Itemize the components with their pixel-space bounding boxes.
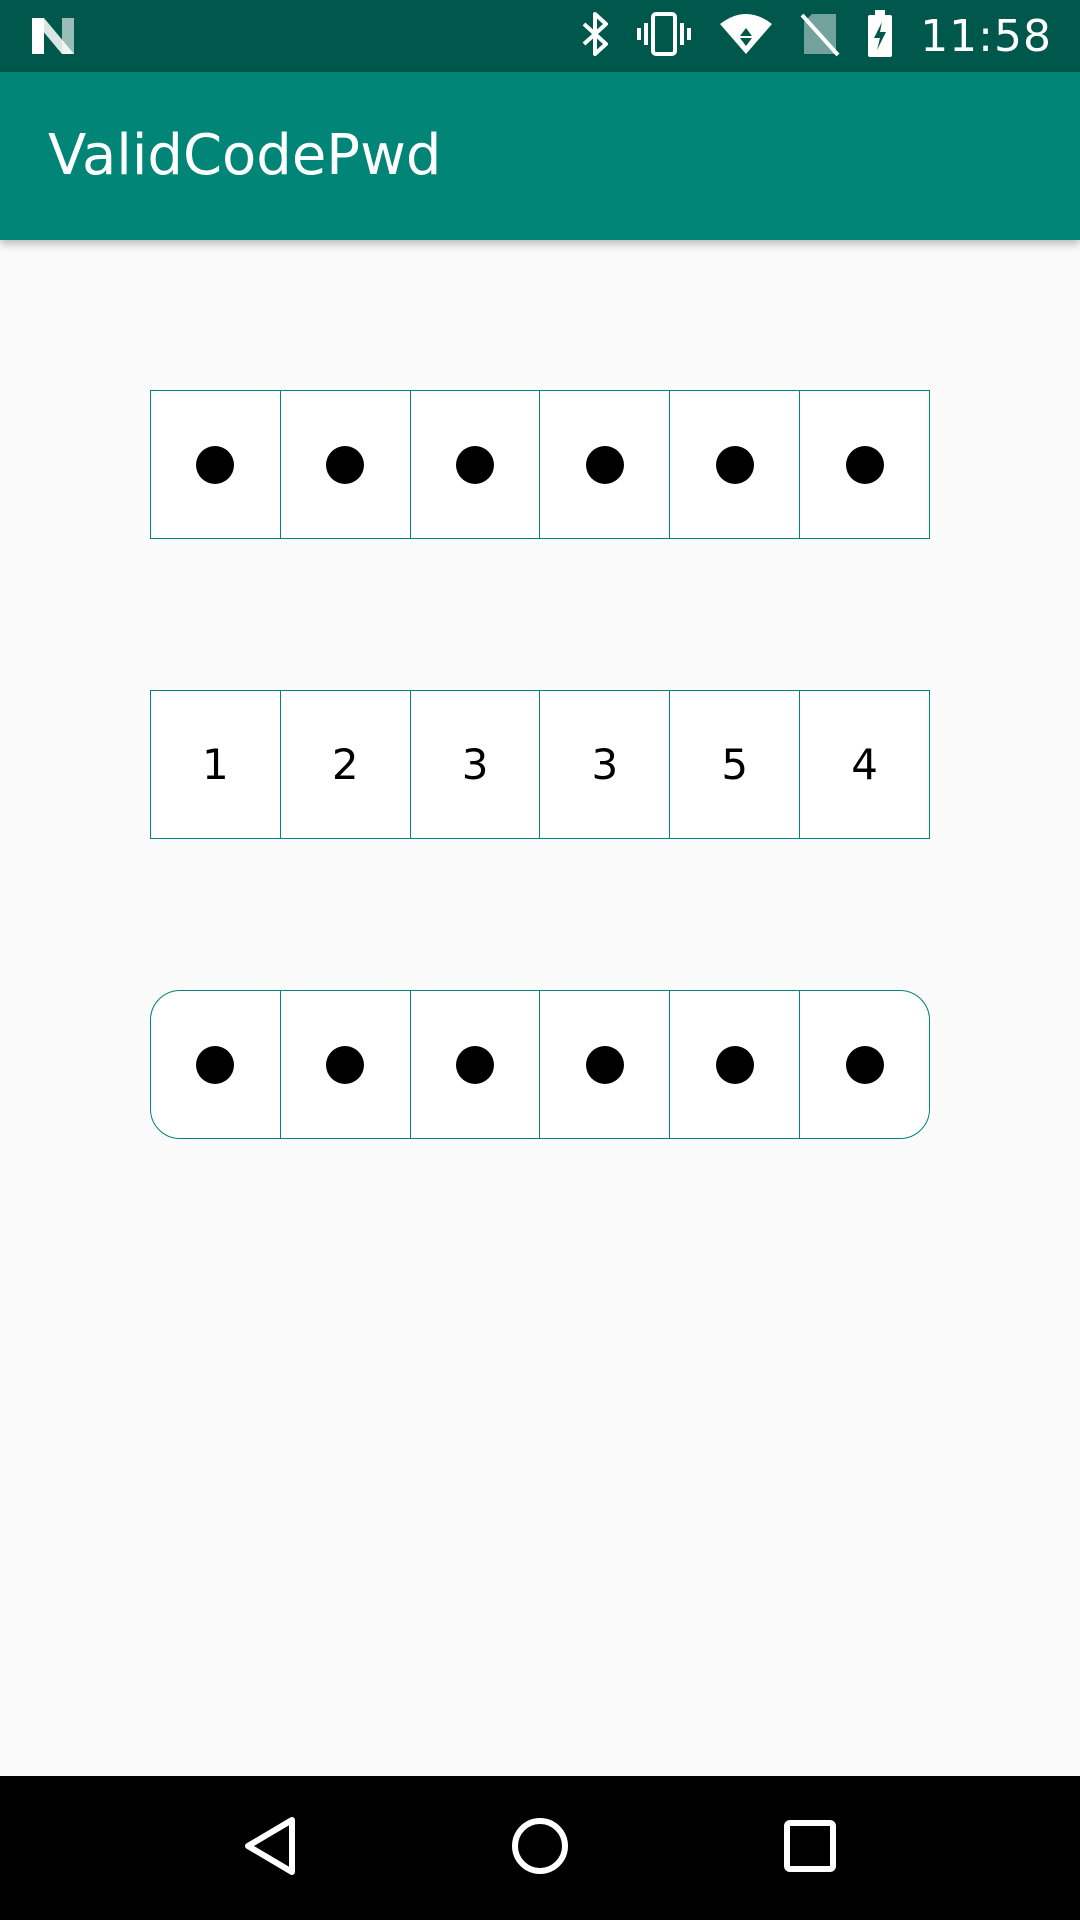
app-title: ValidCodePwd	[48, 123, 442, 188]
vibrate-icon	[636, 11, 692, 62]
mask-dot	[585, 445, 624, 484]
code-input-rounded-masked[interactable]	[150, 990, 930, 1139]
code-cell	[411, 391, 541, 538]
no-sim-icon	[800, 11, 840, 62]
mask-dot	[456, 1045, 495, 1084]
back-icon	[242, 1816, 298, 1881]
code-cell	[800, 391, 929, 538]
screen: 11:58 ValidCodePwd 1 2 3 3 5 4	[0, 0, 1080, 1920]
code-cell: 2	[281, 691, 411, 838]
mask-dot	[715, 1045, 754, 1084]
code-cell: 1	[151, 691, 281, 838]
home-icon	[510, 1816, 570, 1881]
code-digit: 2	[331, 740, 359, 789]
code-input-square-plain[interactable]: 1 2 3 3 5 4	[150, 690, 930, 839]
mask-dot	[326, 445, 365, 484]
code-cell: 3	[540, 691, 671, 838]
code-cell: 4	[800, 691, 929, 838]
code-digit: 1	[202, 740, 229, 789]
code-cell	[540, 391, 671, 538]
mask-dot	[845, 445, 884, 484]
recents-icon	[783, 1819, 837, 1878]
code-digit: 3	[461, 740, 489, 789]
code-cell: 3	[411, 691, 541, 838]
code-digit: 3	[591, 740, 619, 789]
mask-dot	[196, 1045, 235, 1084]
mask-dot	[585, 1045, 624, 1084]
mask-dot	[715, 445, 754, 484]
status-time: 11:58	[920, 10, 1052, 62]
app-bar: ValidCodePwd	[0, 72, 1080, 240]
code-cell	[151, 991, 281, 1138]
home-button[interactable]	[460, 1776, 620, 1920]
mask-dot	[326, 1045, 365, 1084]
code-cell	[800, 991, 929, 1138]
code-cell	[151, 391, 281, 538]
mask-dot	[456, 445, 495, 484]
code-cell	[281, 991, 411, 1138]
recents-button[interactable]	[730, 1776, 890, 1920]
mask-dot	[196, 445, 235, 484]
code-cell	[670, 391, 801, 538]
code-cell	[411, 991, 541, 1138]
code-digit: 4	[851, 740, 878, 789]
bluetooth-icon	[580, 11, 610, 62]
back-button[interactable]	[190, 1776, 350, 1920]
mask-dot	[845, 1045, 884, 1084]
code-cell	[670, 991, 801, 1138]
code-cell: 5	[670, 691, 801, 838]
status-bar: 11:58	[0, 0, 1080, 72]
status-icons: 11:58	[580, 0, 1080, 72]
battery-charging-icon	[866, 9, 894, 63]
code-digit: 5	[721, 740, 749, 789]
code-cell	[540, 991, 671, 1138]
code-cell	[281, 391, 411, 538]
navigation-bar	[0, 1776, 1080, 1920]
code-input-square-masked[interactable]	[150, 390, 930, 539]
wifi-icon	[718, 12, 774, 61]
notification-n-icon	[30, 14, 76, 58]
